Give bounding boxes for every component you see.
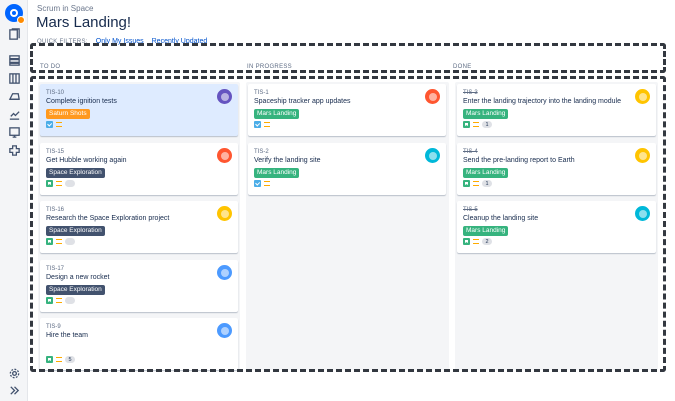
issues-icon[interactable] [7, 125, 21, 139]
pages-icon[interactable] [7, 27, 21, 41]
highlight-filters-region [30, 43, 666, 73]
releases-icon[interactable] [7, 89, 21, 103]
board-icon[interactable] [7, 71, 21, 85]
add-ons-icon[interactable] [7, 143, 21, 157]
sidebar-rail [0, 0, 28, 401]
expand-sidebar-icon[interactable] [7, 383, 21, 397]
board-title: Mars Landing! [36, 14, 132, 31]
settings-icon[interactable] [7, 366, 21, 380]
backlog-icon[interactable] [7, 53, 21, 67]
project-name[interactable]: Scrum in Space [37, 4, 93, 13]
app-logo[interactable] [5, 4, 25, 24]
highlight-board-region [30, 76, 666, 372]
reports-icon[interactable] [7, 107, 21, 121]
